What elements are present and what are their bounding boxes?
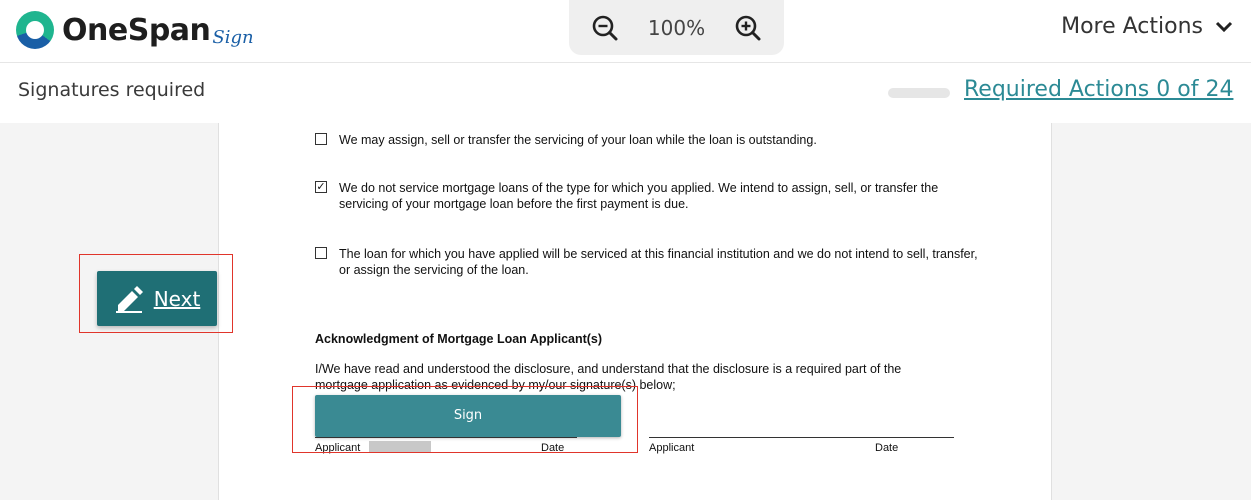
highlight-box [79, 254, 233, 333]
zoom-controls: 100% [569, 0, 784, 55]
checkbox[interactable] [315, 133, 327, 145]
highlight-box [292, 386, 638, 453]
logo-sub: Sign [212, 26, 254, 48]
section-heading: Acknowledgment of Mortgage Loan Applican… [315, 332, 603, 346]
top-header: OneSpan Sign 100% More Actions [0, 0, 1251, 63]
applicant-label: Applicant [649, 442, 695, 454]
option-row: The loan for which you have applied will… [315, 246, 979, 278]
signing-status-bar: Signatures required Required Actions 0 o… [0, 63, 1251, 123]
option-row: ✓ We do not service mortgage loans of th… [315, 180, 979, 212]
option-text: We may assign, sell or transfer the serv… [339, 133, 817, 147]
onespan-logo: OneSpan Sign [16, 10, 254, 50]
more-actions-menu[interactable]: More Actions [1061, 14, 1233, 39]
checkbox[interactable]: ✓ [315, 181, 327, 193]
required-actions-progress [888, 88, 950, 98]
option-text: The loan for which you have applied will… [339, 247, 978, 277]
onespan-logo-mark [16, 11, 54, 49]
zoom-in-icon[interactable] [734, 14, 762, 42]
more-actions-label: More Actions [1061, 14, 1203, 39]
signatures-required-text: Signatures required [18, 79, 206, 101]
required-actions-link[interactable]: Required Actions 0 of 24 [964, 77, 1233, 102]
chevron-down-icon [1215, 21, 1233, 32]
date-label: Date [875, 442, 899, 454]
signature-line [649, 437, 954, 438]
zoom-out-icon[interactable] [591, 14, 619, 42]
zoom-level: 100% [647, 15, 706, 40]
option-text: We do not service mortgage loans of the … [339, 181, 939, 211]
checkbox[interactable] [315, 247, 327, 259]
option-row: We may assign, sell or transfer the serv… [315, 132, 979, 148]
logo-text: OneSpan [62, 12, 211, 48]
